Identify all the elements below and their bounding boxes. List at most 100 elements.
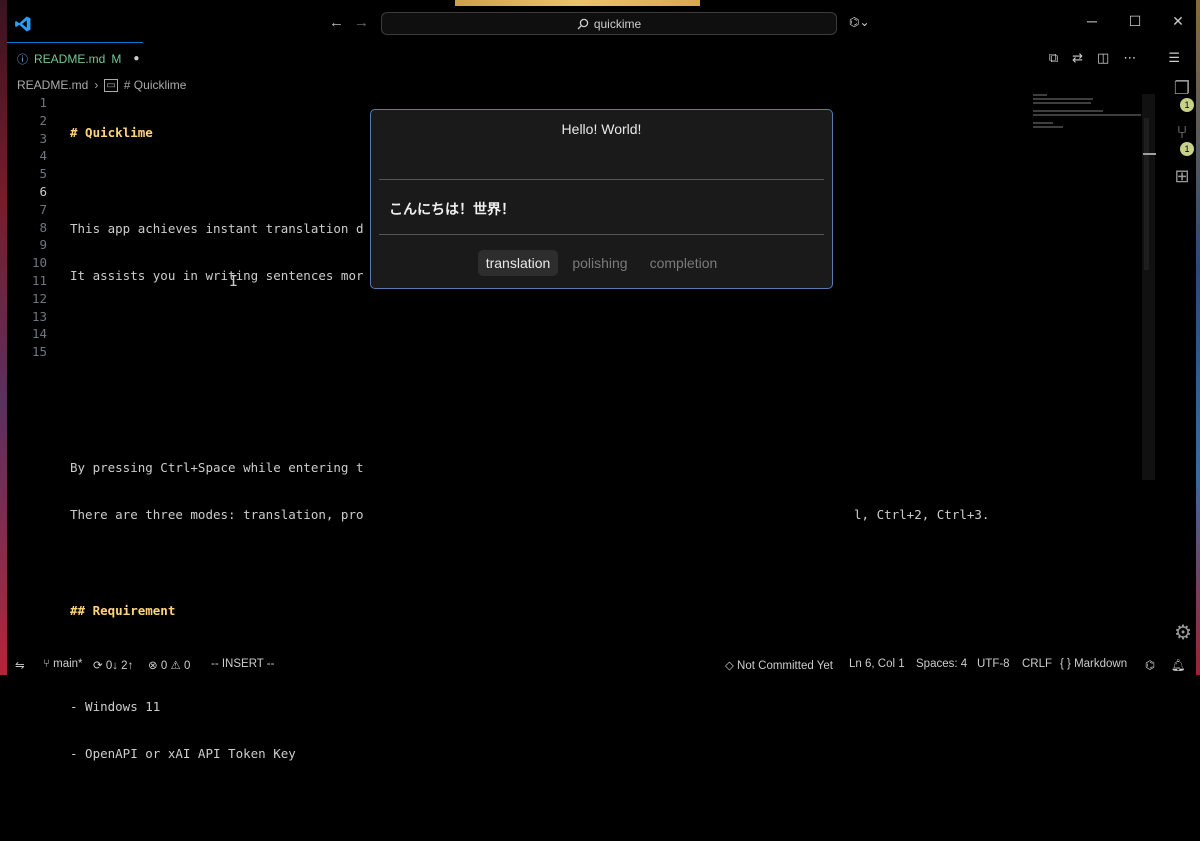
text-cursor-icon: I — [229, 272, 239, 290]
menu-icon[interactable]: ☰ — [1168, 50, 1180, 66]
code-line: - Windows 11 — [70, 698, 161, 714]
heading-symbol-icon: ▭ — [104, 78, 118, 92]
forward-arrow-icon[interactable]: → — [354, 14, 369, 31]
breadcrumb-section[interactable]: # Quicklime — [124, 78, 187, 92]
mode-translation[interactable]: translation — [477, 250, 559, 276]
divider — [379, 179, 824, 180]
line-number: 11 — [31, 272, 47, 288]
sync-status: 0↓ 2↑ — [105, 660, 134, 672]
warning-count: 0 — [183, 660, 191, 672]
explorer-badge: 1 — [1180, 98, 1194, 112]
mode-completion[interactable]: completion — [642, 250, 726, 276]
scrollbar-thumb[interactable] — [1144, 118, 1149, 270]
line-number: 9 — [39, 237, 47, 253]
vscode-window: ← → quickime ⌬⌄ ─ ☐ ✕ ⓘ README.md M ● ⧉ … — [7, 6, 1196, 761]
cursor-position-marker — [1143, 153, 1156, 155]
line-number: 3 — [39, 130, 47, 146]
info-icon: ⓘ — [17, 53, 28, 66]
line-number: 10 — [31, 255, 47, 271]
breadcrumb-separator: › — [94, 78, 99, 92]
language-mode[interactable]: { } Markdown — [1060, 658, 1127, 670]
minimize-button[interactable]: ─ — [1082, 13, 1102, 29]
tab-readme[interactable]: ⓘ README.md M ● — [7, 42, 143, 74]
tab-filename: README.md — [34, 51, 106, 66]
command-center-search[interactable]: quickime — [381, 12, 837, 35]
code-line: By pressing Ctrl+Space while entering t — [70, 459, 364, 475]
code-lines[interactable]: # Quicklime This app achieves instant tr… — [70, 94, 989, 841]
line-number: 2 — [39, 112, 47, 128]
code-line-tail: l, Ctrl+2, Ctrl+3. — [854, 507, 990, 523]
source-control-icon[interactable]: ⑂ 1 — [1168, 122, 1196, 166]
end-of-line[interactable]: CRLF — [1022, 658, 1052, 670]
git-blame[interactable]: ◇ Not Committed Yet — [725, 658, 833, 672]
split-editor-icon[interactable]: ◫ — [1097, 50, 1109, 66]
line-number: 1 — [39, 95, 47, 110]
error-count: 0 — [160, 660, 168, 672]
sync-indicator[interactable]: ⟳ 0↓ 2↑ — [93, 658, 133, 672]
compare-changes-icon[interactable]: ⇄ — [1072, 50, 1083, 66]
breadcrumb-file[interactable]: README.md — [17, 78, 88, 92]
remote-icon[interactable]: ⇋ — [15, 658, 25, 672]
line-number: 13 — [31, 308, 47, 324]
copilot-icon[interactable]: ⌬⌄ — [849, 15, 870, 29]
line-number: 5 — [39, 166, 47, 182]
code-line: This app achieves instant translation d — [70, 220, 364, 236]
title-bar: ← → quickime ⌬⌄ ─ ☐ ✕ — [7, 6, 1196, 42]
language-name: Markdown — [1074, 658, 1128, 670]
code-line: - OpenAPI or xAI API Token Key — [70, 746, 296, 762]
code-line-text: There are three modes: translation, pro — [70, 507, 364, 523]
result-text[interactable]: こんにちは！世界！ — [389, 199, 515, 219]
notifications-icon[interactable]: 🔔︎ — [1171, 658, 1186, 672]
line-number: 14 — [31, 326, 47, 342]
line-number: 7 — [39, 201, 47, 217]
maximize-button[interactable]: ☐ — [1125, 13, 1145, 30]
code-line: There are three modes: translation, pro l… — [70, 506, 989, 524]
scm-badge: 1 — [1180, 142, 1194, 156]
back-arrow-icon[interactable]: ← — [329, 14, 344, 31]
command-center-text: quickime — [593, 16, 642, 31]
copilot-status-icon[interactable]: ⌬ — [1145, 658, 1155, 672]
line-number: 15 — [31, 344, 47, 360]
source-text[interactable]: Hello! World! — [371, 121, 832, 137]
minimap[interactable] — [1033, 94, 1145, 134]
mode-polishing[interactable]: polishing — [564, 250, 635, 276]
code-line: ## Requirement — [70, 602, 176, 618]
code-line: # Quicklime — [70, 125, 153, 140]
vscode-logo-icon[interactable] — [14, 15, 32, 33]
code-line: It assists you in writing sentences mor — [70, 268, 364, 284]
problems-indicator[interactable]: ⊗ 0 ⚠ 0 — [148, 658, 190, 672]
mode-selector: translation polishing completion — [371, 250, 832, 276]
breadcrumb: README.md › ▭ # Quicklime — [17, 77, 186, 93]
line-number: 8 — [39, 219, 47, 235]
divider — [379, 234, 824, 235]
branch-name: main* — [53, 658, 83, 670]
desktop-wallpaper-right — [1196, 0, 1200, 675]
extensions-icon[interactable]: ⊞ — [1168, 166, 1196, 210]
open-preview-icon[interactable]: ⧉ — [1049, 50, 1058, 66]
encoding[interactable]: UTF-8 — [977, 658, 1010, 670]
status-bar: ⇋ ⑂ main* ⟳ 0↓ 2↑ ⊗ 0 ⚠ 0 -- INSERT -- ◇… — [7, 655, 1196, 675]
explorer-icon[interactable]: ❐ 1 — [1168, 78, 1196, 122]
line-number-gutter: 1 2 3 4 5 6 7 8 9 10 11 12 13 14 15 — [7, 94, 47, 361]
desktop-wallpaper-left — [0, 0, 7, 675]
gear-icon[interactable]: ⚙ — [1174, 620, 1192, 645]
commit-status: Not Committed Yet — [737, 660, 833, 672]
branch-indicator[interactable]: ⑂ main* — [43, 658, 83, 670]
cursor-position[interactable]: Ln 6, Col 1 — [849, 658, 905, 670]
tab-bar: ⓘ README.md M ● ⧉ ⇄ ◫ ⋯ ☰ — [7, 42, 1196, 74]
unsaved-dot-icon[interactable]: ● — [133, 53, 139, 64]
line-number: 4 — [39, 148, 47, 164]
indentation[interactable]: Spaces: 4 — [916, 658, 967, 670]
quicklime-popup: Hello! World! こんにちは！世界！ translation poli… — [370, 109, 833, 289]
line-number: 6 — [39, 183, 47, 199]
line-number: 12 — [31, 290, 47, 306]
modified-badge: M — [111, 51, 122, 66]
close-button[interactable]: ✕ — [1168, 13, 1188, 30]
more-actions-icon[interactable]: ⋯ — [1123, 50, 1136, 66]
